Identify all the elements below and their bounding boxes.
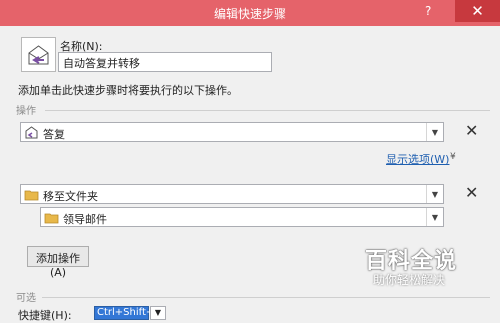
actions-divider bbox=[45, 110, 490, 111]
remove-action2-button[interactable]: ✕ bbox=[465, 183, 478, 202]
folder-select[interactable]: 领导邮件 ▼ bbox=[40, 207, 444, 227]
add-action-button[interactable]: 添加操作(A) bbox=[27, 246, 89, 279]
help-button[interactable]: ? bbox=[425, 4, 431, 18]
envelope-icon bbox=[28, 45, 49, 65]
expand-options-icon[interactable]: ¥ bbox=[450, 152, 456, 162]
title-bar: 编辑快速步骤 ? ✕ bbox=[0, 0, 500, 26]
chevron-down-icon[interactable]: ▼ bbox=[426, 185, 443, 203]
remove-icon: ✕ bbox=[465, 121, 479, 140]
action2-select[interactable]: 移至文件夹 ▼ bbox=[20, 184, 444, 204]
name-input[interactable]: 自动答复并转移 bbox=[58, 52, 272, 72]
remove-icon: ✕ bbox=[465, 183, 479, 202]
remove-action1-button[interactable]: ✕ bbox=[465, 121, 478, 140]
show-options-link[interactable]: 显示选项(W) bbox=[386, 151, 449, 167]
folder-icon bbox=[44, 213, 59, 224]
action1-value: 答复 bbox=[43, 128, 65, 141]
folder-value: 领导邮件 bbox=[63, 213, 107, 226]
reply-icon bbox=[25, 126, 38, 139]
optional-section-label: 可选 bbox=[16, 293, 36, 304]
quick-step-icon-button[interactable] bbox=[21, 37, 56, 72]
actions-section-label: 操作 bbox=[16, 106, 36, 117]
action2-value: 移至文件夹 bbox=[43, 190, 98, 203]
instruction-text: 添加单击此快速步骤时将要执行的以下操作。 bbox=[18, 84, 238, 97]
optional-divider bbox=[42, 297, 490, 298]
chevron-down-icon[interactable]: ▼ bbox=[426, 208, 443, 226]
folder-icon bbox=[24, 190, 39, 201]
watermark-tagline: 助你轻松解决 bbox=[373, 273, 446, 287]
close-button[interactable]: ✕ bbox=[455, 0, 500, 22]
action1-select[interactable]: 答复 ▼ bbox=[20, 122, 444, 142]
chevron-down-icon[interactable]: ▼ bbox=[426, 123, 443, 141]
shortcut-label: 快捷键(H): bbox=[18, 309, 72, 322]
